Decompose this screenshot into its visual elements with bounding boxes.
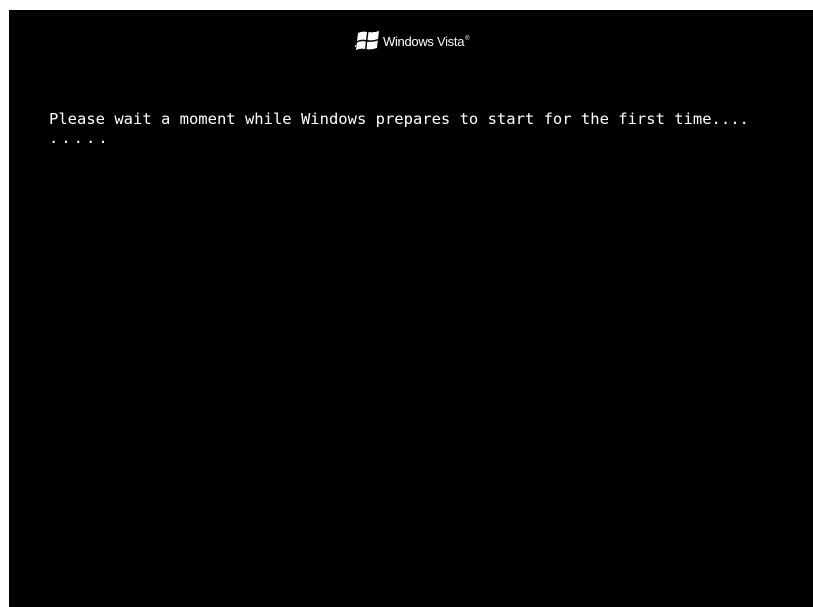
window-frame: Windows Vista® Please wait a moment whil… [0, 0, 813, 607]
logo-text: Windows Vista® [383, 33, 470, 49]
windows-vista-logo: Windows Vista® [355, 28, 470, 54]
windows-flag-icon [355, 31, 379, 50]
logo-brand: Windows [383, 33, 434, 49]
logo-trademark: ® [465, 35, 470, 42]
boot-screen: Windows Vista® Please wait a moment whil… [9, 10, 813, 607]
status-message: Please wait a moment while Windows prepa… [49, 110, 749, 128]
progress-dots: ..... [49, 129, 111, 147]
logo-product: Vista [436, 33, 465, 49]
